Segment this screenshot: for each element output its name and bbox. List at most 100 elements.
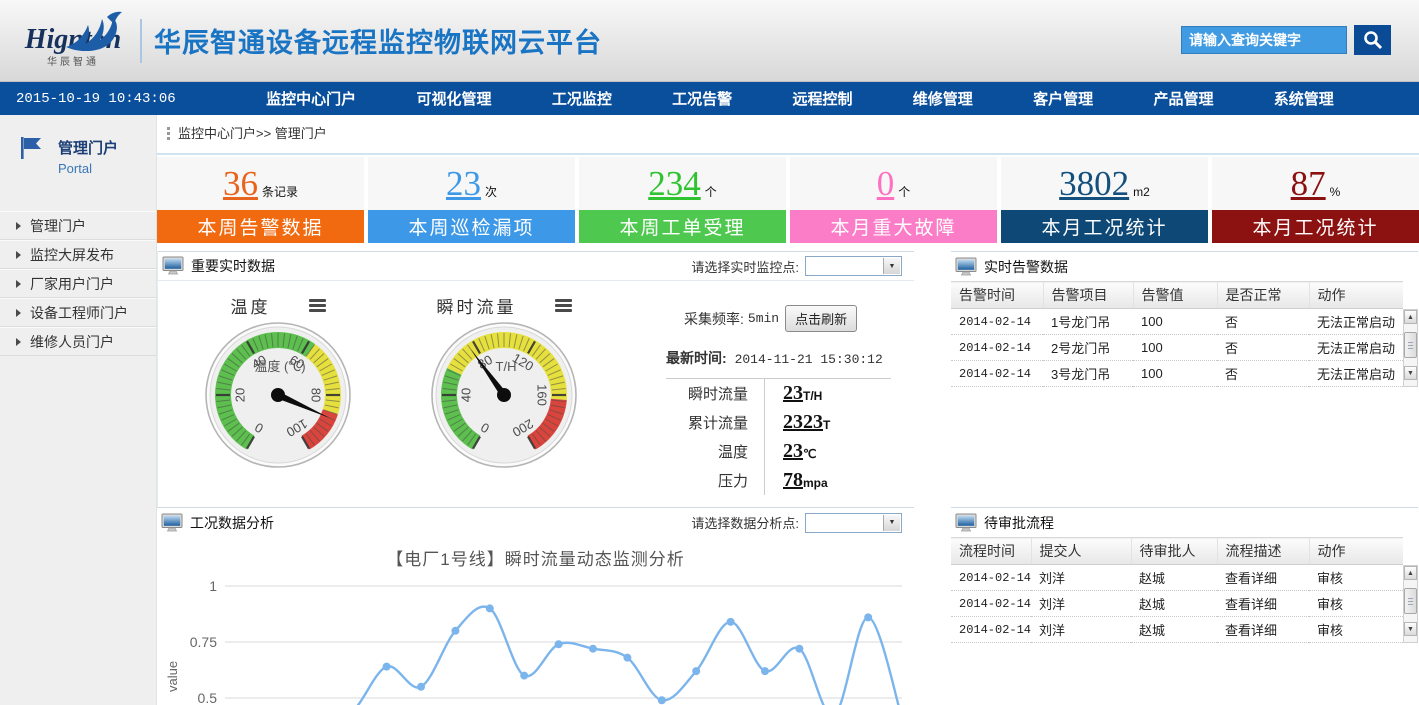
approval-table: 流程时间提交人待审批人流程描述动作2014-02-14刘洋赵城查看详细审核201… xyxy=(951,537,1402,643)
stat-unit: m2 xyxy=(1133,185,1150,199)
table-cell: 刘洋 xyxy=(1031,591,1131,617)
gauge-title: 温度 xyxy=(231,293,271,318)
stat-card-1: 36条记录本周告警数据 xyxy=(157,157,364,243)
svg-text:40: 40 xyxy=(458,388,473,402)
gauge-menu-icon[interactable] xyxy=(309,297,326,314)
stat-value[interactable]: 3802 xyxy=(1059,164,1129,204)
sidebar-menu: 管理门户监控大屏发布厂家用户门户设备工程师门户维修人员门户 xyxy=(0,211,156,356)
column-header: 告警时间 xyxy=(951,282,1043,309)
search-area xyxy=(1181,25,1391,55)
nav-item-5[interactable]: 远程控制 xyxy=(792,88,852,109)
sidebar-item-4[interactable]: 设备工程师门户 xyxy=(0,298,156,327)
stat-label: 本周告警数据 xyxy=(157,210,364,243)
nav-item-9[interactable]: 系统管理 xyxy=(1274,88,1334,109)
stat-value[interactable]: 87 xyxy=(1291,164,1326,204)
table-cell: 赵城 xyxy=(1131,565,1217,591)
scroll-up-icon[interactable]: ▲ xyxy=(1404,310,1417,324)
nav-item-3[interactable]: 工况监控 xyxy=(552,88,612,109)
panel-pending-approvals: 待审批流程 流程时间提交人待审批人流程描述动作2014-02-14刘洋赵城查看详… xyxy=(951,507,1418,643)
table-cell: 2014-02-14 xyxy=(951,335,1043,361)
table-cell: 100 xyxy=(1133,335,1217,361)
column-header: 流程时间 xyxy=(951,538,1031,565)
table-cell: 查看详细 xyxy=(1217,591,1309,617)
table-cell: 否 xyxy=(1217,335,1309,361)
approval-table-scrollbar[interactable]: ▲ ▼ xyxy=(1403,565,1418,643)
site-title: 华辰智通设备远程监控物联网云平台 xyxy=(154,21,602,60)
table-cell: 2号龙门吊 xyxy=(1043,335,1133,361)
stat-unit: 条记录 xyxy=(262,183,298,200)
metric-label: 瞬时流量 xyxy=(656,383,764,404)
metric-value[interactable]: 78 xyxy=(783,469,803,492)
stat-unit: 个 xyxy=(705,183,717,200)
sidebar-item-2[interactable]: 监控大屏发布 xyxy=(0,240,156,269)
metric-value[interactable]: 23 xyxy=(783,382,803,405)
breadcrumb-text: 监控中心门户>> 管理门户 xyxy=(178,126,327,141)
scroll-down-icon[interactable]: ▼ xyxy=(1404,622,1417,636)
monitor-point-select-label: 请选择实时监控点: xyxy=(691,257,799,276)
scroll-down-icon[interactable]: ▼ xyxy=(1404,366,1417,380)
portal-subtitle: Portal xyxy=(58,161,118,176)
stat-value[interactable]: 234 xyxy=(648,164,701,204)
breadcrumb-icon xyxy=(167,127,170,140)
metric-unit: mpa xyxy=(803,476,828,490)
nav-item-1[interactable]: 监控中心门户 xyxy=(266,88,356,109)
stat-card-2: 23次本周巡检漏项 xyxy=(368,157,575,243)
table-row-2: 2014-02-142号龙门吊100否无法正常启动 xyxy=(951,335,1403,361)
nav-item-4[interactable]: 工况告警 xyxy=(672,88,732,109)
app-logo: Hignton 华辰智通 xyxy=(12,13,134,68)
nav-item-2[interactable]: 可视化管理 xyxy=(416,88,491,109)
refresh-button[interactable]: 点击刷新 xyxy=(785,305,857,332)
gauge-menu-icon[interactable] xyxy=(555,297,572,314)
select-arrow-icon: ▼ xyxy=(883,258,900,274)
gauge-title: 瞬时流量 xyxy=(437,293,517,318)
breadcrumb[interactable]: 监控中心门户>> 管理门户 xyxy=(157,115,1419,153)
panel-title-approvals: 待审批流程 xyxy=(984,513,1054,533)
panel-title-analysis: 工况数据分析 xyxy=(190,513,274,533)
panel-realtime-data: 重要实时数据 请选择实时监控点: ▼ 采集频率: 5min xyxy=(157,251,914,507)
monitor-icon xyxy=(955,513,977,533)
metric-value[interactable]: 23 xyxy=(783,440,803,463)
stat-unit: 次 xyxy=(485,183,497,200)
scroll-up-icon[interactable]: ▲ xyxy=(1404,566,1417,580)
table-cell: 审核 xyxy=(1309,617,1403,643)
nav-item-8[interactable]: 产品管理 xyxy=(1153,88,1213,109)
panel-title-alarms: 实时告警数据 xyxy=(984,257,1068,277)
scroll-thumb[interactable] xyxy=(1404,332,1417,358)
select-arrow-icon: ▼ xyxy=(883,515,900,531)
alarm-table-scrollbar[interactable]: ▲ ▼ xyxy=(1403,309,1418,387)
sidebar-item-5[interactable]: 维修人员门户 xyxy=(0,327,156,356)
metric-value[interactable]: 2323 xyxy=(783,411,823,434)
gauge-block-1: 温度020406080100温度 (℃) xyxy=(178,291,378,476)
sidebar-item-1[interactable]: 管理门户 xyxy=(0,211,156,240)
metric-label: 温度 xyxy=(656,441,764,462)
svg-text:1: 1 xyxy=(209,578,217,594)
column-header: 告警项目 xyxy=(1043,282,1133,309)
scroll-thumb[interactable] xyxy=(1404,588,1417,614)
table-cell: 否 xyxy=(1217,309,1309,335)
table-cell: 3号龙门吊 xyxy=(1043,361,1133,387)
sidebar-item-3[interactable]: 厂家用户门户 xyxy=(0,269,156,298)
freq-label: 采集频率: xyxy=(684,309,744,329)
portal-title: 管理门户 xyxy=(58,135,118,158)
stat-value[interactable]: 36 xyxy=(223,164,258,204)
analysis-point-select[interactable]: ▼ xyxy=(805,513,902,533)
svg-text:温度 (℃): 温度 (℃) xyxy=(254,359,305,374)
monitor-icon xyxy=(955,257,977,277)
page: Hignton 华辰智通 华辰智通设备远程监控物联网云平台 2015-10-19… xyxy=(0,0,1419,705)
stat-value[interactable]: 0 xyxy=(877,164,895,204)
table-cell: 赵城 xyxy=(1131,617,1217,643)
temperature-gauge: 020406080100温度 (℃) xyxy=(202,319,354,471)
line-chart-svg: 10.750.5value xyxy=(157,572,907,705)
gauge-block-2: 瞬时流量04080120160200T/H xyxy=(404,291,604,476)
metric-label: 累计流量 xyxy=(656,412,764,433)
stat-value[interactable]: 23 xyxy=(446,164,481,204)
stat-unit: 个 xyxy=(898,183,910,200)
search-button[interactable] xyxy=(1354,25,1391,55)
table-cell: 2014-02-14 xyxy=(951,591,1031,617)
stat-label: 本月重大故障 xyxy=(790,210,997,243)
monitor-point-select[interactable]: ▼ xyxy=(805,256,902,276)
nav-item-7[interactable]: 客户管理 xyxy=(1033,88,1093,109)
metric-unit: ℃ xyxy=(803,447,816,461)
search-input[interactable] xyxy=(1181,26,1347,54)
nav-item-6[interactable]: 维修管理 xyxy=(913,88,973,109)
